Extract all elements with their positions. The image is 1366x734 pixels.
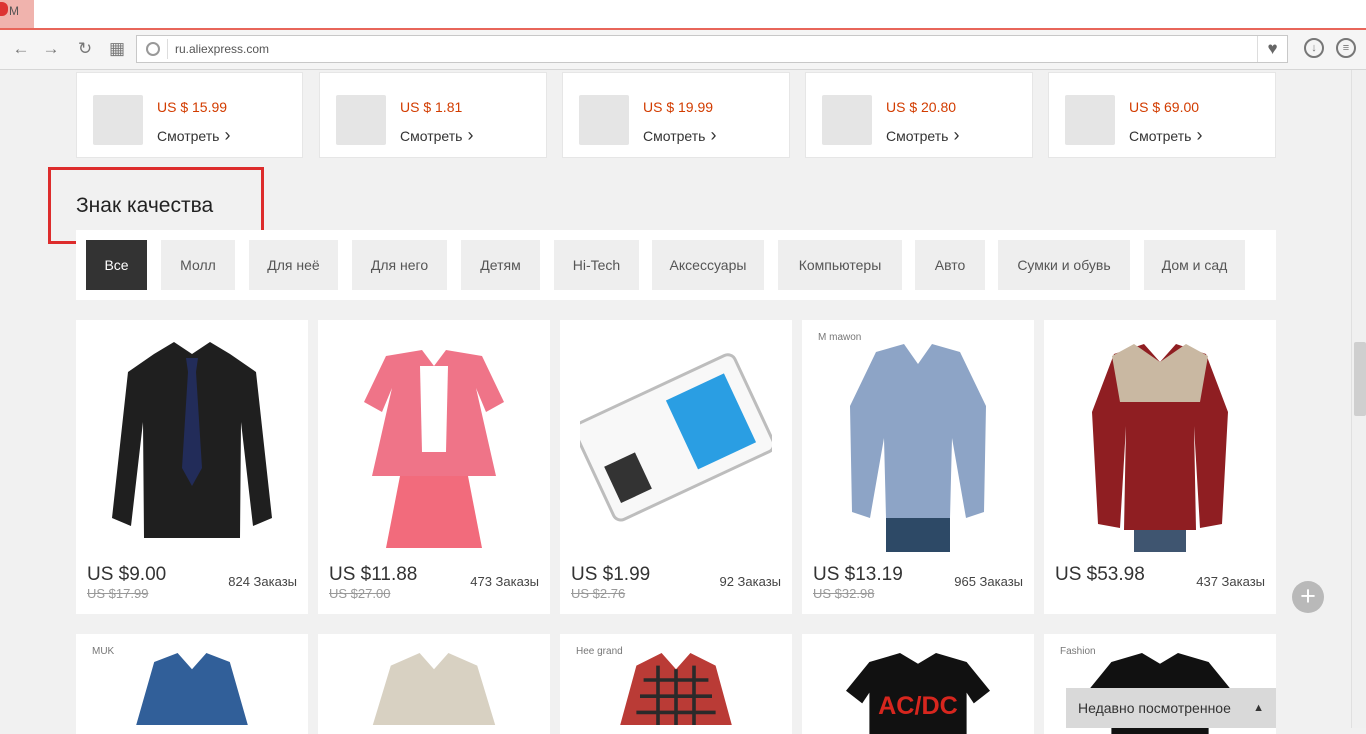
girls-outfit-image[interactable]	[338, 330, 530, 552]
view-link[interactable]: Смотреть	[157, 125, 230, 146]
product-price: US $53.98	[1055, 564, 1145, 585]
checked-shirt-image[interactable]	[580, 644, 772, 734]
forward-arrow-icon[interactable]: →	[40, 38, 62, 60]
tab-all[interactable]: Все	[86, 240, 147, 290]
site-security-icon[interactable]	[146, 42, 160, 56]
download-icon[interactable]: ↓	[1304, 38, 1324, 58]
product-price: US $13.19	[813, 564, 903, 585]
reload-icon[interactable]: ↻	[74, 38, 96, 60]
beige-shirt-image[interactable]	[338, 644, 530, 734]
browser-toolbar: ← → ↻ ▦ ru.aliexpress.com ♥ ↓ ≡	[0, 30, 1366, 70]
heart-icon[interactable]: ♥	[1257, 36, 1287, 62]
featured-price: US $ 15.99	[157, 99, 228, 115]
recently-viewed-panel[interactable]: Недавно посмотренное	[1066, 688, 1276, 728]
product-old-price: US $17.99	[87, 586, 149, 601]
tab-hi-tech[interactable]: Hi-Tech	[554, 240, 639, 290]
product-card[interactable]: US $53.98 437 Заказы	[1044, 320, 1276, 614]
featured-item-image[interactable]	[579, 95, 629, 145]
tab-home-garden[interactable]: Дом и сад	[1144, 240, 1245, 290]
address-separator	[167, 39, 168, 59]
featured-price: US $ 20.80	[886, 99, 957, 115]
bottom-product-card[interactable]: Hee grand	[560, 634, 792, 734]
product-card[interactable]: US $9.00 US $17.99 824 Заказы	[76, 320, 308, 614]
camera-battery-image[interactable]	[580, 330, 772, 552]
scrollbar-thumb[interactable]	[1354, 342, 1366, 416]
tab-accessories[interactable]: Аксессуары	[652, 240, 764, 290]
category-tabs: Все Молл Для неё Для него Детям Hi-Tech …	[76, 230, 1276, 300]
product-orders: 965 Заказы	[954, 574, 1023, 589]
product-orders: 473 Заказы	[470, 574, 539, 589]
product-card[interactable]: US $11.88 US $27.00 473 Заказы	[318, 320, 550, 614]
view-link[interactable]: Смотреть	[643, 125, 716, 146]
back-arrow-icon[interactable]: ←	[10, 38, 32, 60]
tab-auto[interactable]: Авто	[915, 240, 985, 290]
featured-item-image[interactable]	[1065, 95, 1115, 145]
featured-item[interactable]: US $ 1.81 Смотреть	[319, 72, 547, 158]
featured-item[interactable]: US $ 69.00 Смотреть	[1048, 72, 1276, 158]
product-price: US $9.00	[87, 564, 167, 585]
featured-item-image[interactable]	[822, 95, 872, 145]
bottom-product-card[interactable]: MUK	[76, 634, 308, 734]
product-price: US $1.99	[571, 564, 651, 585]
product-orders: 437 Заказы	[1196, 574, 1265, 589]
tab-computers[interactable]: Компьютеры	[778, 240, 902, 290]
black-shirt-image[interactable]	[96, 330, 288, 552]
bottom-product-card[interactable]: AC/DC	[802, 634, 1034, 734]
featured-item[interactable]: US $ 20.80 Смотреть	[805, 72, 1033, 158]
aliexpress-tab-icon	[0, 2, 8, 16]
tab-for-her[interactable]: Для неё	[249, 240, 338, 290]
browser-tabstrip: M	[0, 0, 1366, 30]
product-old-price: US $2.76	[571, 586, 626, 601]
denim-shirt-image[interactable]	[96, 644, 288, 734]
tab-mall[interactable]: Молл	[161, 240, 235, 290]
featured-price: US $ 19.99	[643, 99, 714, 115]
red-jacket-image[interactable]	[1064, 330, 1256, 552]
product-old-price: US $27.00	[329, 586, 391, 601]
featured-item[interactable]: US $ 19.99 Смотреть	[562, 72, 790, 158]
tab-for-him[interactable]: Для него	[352, 240, 447, 290]
url-text[interactable]: ru.aliexpress.com	[175, 42, 269, 56]
view-link[interactable]: Смотреть	[886, 125, 959, 146]
plaid-shirt-image[interactable]	[822, 330, 1014, 552]
address-bar[interactable]: ru.aliexpress.com ♥	[136, 35, 1288, 63]
product-card[interactable]: US $1.99 US $2.76 92 Заказы	[560, 320, 792, 614]
product-orders: 824 Заказы	[228, 574, 297, 589]
featured-price: US $ 69.00	[1129, 99, 1200, 115]
tab-bags-shoes[interactable]: Сумки и обувь	[998, 240, 1130, 290]
browser-tab[interactable]: M	[0, 0, 34, 28]
bottom-product-card[interactable]	[318, 634, 550, 734]
featured-item[interactable]: US $ 15.99 Смотреть	[76, 72, 303, 158]
featured-item-image[interactable]	[93, 95, 143, 145]
tab-title: M	[9, 4, 19, 18]
view-link[interactable]: Смотреть	[400, 125, 473, 146]
acdc-tshirt-image[interactable]: AC/DC	[822, 644, 1014, 734]
featured-item-image[interactable]	[336, 95, 386, 145]
product-orders: 92 Заказы	[719, 574, 781, 589]
view-link[interactable]: Смотреть	[1129, 125, 1202, 146]
product-old-price: US $32.98	[813, 586, 875, 601]
grid-icon[interactable]: ▦	[106, 38, 128, 60]
featured-price: US $ 1.81	[400, 99, 463, 115]
tab-kids[interactable]: Детям	[461, 240, 540, 290]
page-scrollbar[interactable]	[1351, 70, 1366, 728]
plus-icon[interactable]: +	[1292, 581, 1324, 613]
menu-icon[interactable]: ≡	[1336, 38, 1356, 58]
acdc-logo: AC/DC	[878, 692, 958, 720]
product-card[interactable]: M mawon US $13.19 US $32.98 965 Заказы	[802, 320, 1034, 614]
product-price: US $11.88	[329, 564, 418, 585]
